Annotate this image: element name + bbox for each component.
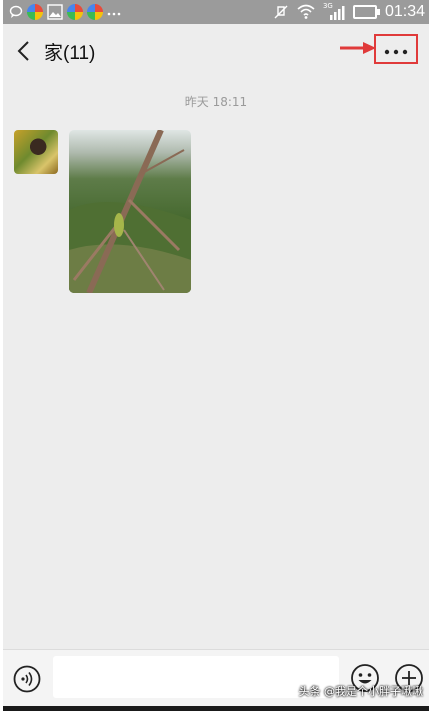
message-input[interactable]	[53, 656, 339, 698]
annotation-arrow-icon	[340, 42, 376, 54]
signal-icon: 3G	[323, 2, 345, 21]
app-icon	[87, 4, 103, 20]
message-timestamp: 昨天 18:11	[184, 95, 248, 109]
avatar[interactable]	[14, 130, 58, 174]
chat-header: 家(11)	[3, 24, 429, 76]
mute-icon	[274, 5, 288, 19]
app-icon	[27, 4, 43, 20]
more-options-button[interactable]	[374, 34, 418, 64]
notification-icons	[9, 3, 121, 21]
bottom-edge	[3, 706, 429, 711]
ellipsis-icon	[384, 49, 408, 55]
chat-screen: 3G 01:34 家(11) 昨天 18:11 头条 @我是个小胖子啾啾	[3, 0, 429, 711]
voice-icon[interactable]	[13, 665, 41, 693]
wifi-icon	[297, 4, 315, 19]
image-message[interactable]	[69, 130, 191, 293]
photo-content	[69, 130, 191, 293]
status-bar: 3G 01:34	[3, 0, 429, 24]
chevron-left-icon[interactable]	[13, 38, 35, 64]
system-icons: 3G 01:34	[273, 0, 425, 24]
clock: 01:34	[384, 3, 425, 20]
app-icon	[67, 4, 83, 20]
image-icon	[47, 4, 63, 20]
chat-title: 家(11)	[44, 43, 96, 64]
more-notifications-icon	[107, 12, 121, 16]
battery-icon	[352, 5, 380, 19]
input-bar: 头条 @我是个小胖子啾啾	[3, 649, 429, 707]
chat-bubble-icon	[9, 5, 23, 18]
watermark: 头条 @我是个小胖子啾啾	[298, 685, 424, 698]
